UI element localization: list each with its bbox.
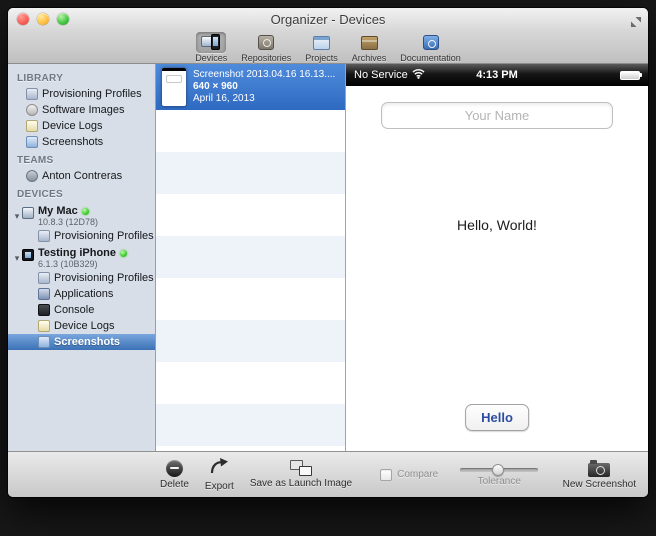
projects-icon [306, 32, 336, 53]
software-images-icon [26, 104, 38, 116]
slider-thumb[interactable] [492, 464, 504, 476]
screenshot-list: Screenshot 2013.04.16 16.13.... 640 × 96… [156, 64, 346, 451]
sidebar-item-iphone-device-logs[interactable]: Device Logs [8, 318, 155, 334]
tolerance-slider[interactable] [460, 468, 538, 472]
devices-icon [196, 32, 226, 53]
toolbar-item-devices[interactable]: Devices [192, 31, 230, 63]
sidebar-item-device-logs[interactable]: Device Logs [8, 118, 155, 134]
screenshot-date: April 16, 2013 [193, 93, 335, 105]
launch-image-icon [290, 460, 312, 476]
sidebar-section-library: LIBRARY [8, 68, 155, 86]
camera-icon [588, 463, 610, 477]
sidebar-item-my-mac[interactable]: My Mac 10.8.3 (12D78) [8, 206, 155, 228]
new-screenshot-button[interactable]: New Screenshot [563, 460, 636, 490]
device-logs-icon [26, 120, 38, 132]
toolbar-label: Repositories [241, 53, 291, 63]
export-button[interactable]: Export [205, 457, 234, 492]
provisioning-profile-icon [26, 88, 38, 100]
sidebar-item-console[interactable]: Console [8, 302, 155, 318]
iphone-icon [22, 249, 34, 261]
your-name-field: Your Name [381, 102, 613, 129]
status-dot-green [82, 208, 89, 215]
greeting-text: Hello, World! [346, 217, 648, 233]
compare-checkbox[interactable]: Compare [380, 469, 438, 481]
sidebar-section-devices: DEVICES [8, 184, 155, 202]
delete-button[interactable]: Delete [160, 460, 189, 490]
fullscreen-icon[interactable] [631, 14, 641, 24]
provisioning-profile-icon [38, 272, 50, 284]
sidebar-item-anton-contreras[interactable]: Anton Contreras [8, 168, 155, 184]
toolbar-item-documentation[interactable]: Documentation [397, 31, 464, 63]
wifi-icon [412, 68, 425, 82]
tolerance-control: Tolerance [460, 463, 538, 487]
main-toolbar: Devices Repositories Projects Archives D… [8, 30, 648, 64]
screenshots-icon [26, 136, 38, 148]
archives-icon [354, 32, 384, 53]
iphone-status-bar: No Service 4:13 PM [346, 64, 648, 86]
checkbox-icon[interactable] [380, 469, 392, 481]
sidebar-section-teams: TEAMS [8, 150, 155, 168]
provisioning-profile-icon [38, 230, 50, 242]
sidebar-item-applications[interactable]: Applications [8, 286, 155, 302]
sidebar-item-testing-iphone[interactable]: Testing iPhone 6.1.3 (10B329) [8, 248, 155, 270]
close-button[interactable] [17, 13, 29, 25]
titlebar[interactable]: Organizer - Devices [8, 8, 648, 30]
screenshot-resolution: 640 × 960 [193, 81, 335, 93]
empty-list-rows [156, 110, 345, 451]
device-logs-icon [38, 320, 50, 332]
toolbar-label: Devices [195, 53, 227, 63]
screenshot-preview: No Service 4:13 PM Your Name Hello, Worl… [346, 64, 648, 451]
screenshot-list-item[interactable]: Screenshot 2013.04.16 16.13.... 640 × 96… [156, 64, 345, 110]
iphone-screen: Your Name Hello, World! Hello [346, 86, 648, 451]
screenshot-title: Screenshot 2013.04.16 16.13.... [193, 69, 335, 81]
window-title: Organizer - Devices [8, 12, 648, 27]
status-dot-green [120, 250, 127, 257]
toolbar-label: Archives [352, 53, 387, 63]
sidebar-item-provisioning-profiles[interactable]: Provisioning Profiles [8, 86, 155, 102]
disclosure-triangle-icon[interactable] [12, 206, 22, 224]
battery-icon [620, 71, 640, 80]
sidebar-item-iphone-screenshots[interactable]: Screenshots [8, 334, 155, 350]
status-time: 4:13 PM [476, 69, 518, 81]
delete-icon [166, 460, 183, 477]
toolbar-label: Projects [305, 53, 338, 63]
content-area: LIBRARY Provisioning Profiles Software I… [8, 64, 648, 451]
traffic-lights [17, 13, 69, 25]
bottom-toolbar: Delete Export Save as Launch Image Compa… [8, 451, 648, 497]
disclosure-triangle-icon[interactable] [12, 248, 22, 266]
your-name-placeholder: Your Name [465, 108, 530, 123]
zoom-button[interactable] [57, 13, 69, 25]
sidebar-item-screenshots[interactable]: Screenshots [8, 134, 155, 150]
applications-icon [38, 288, 50, 300]
sidebar: LIBRARY Provisioning Profiles Software I… [8, 64, 156, 451]
team-member-icon [26, 170, 38, 182]
sidebar-item-software-images[interactable]: Software Images [8, 102, 155, 118]
repositories-icon [251, 32, 281, 53]
organizer-window: Organizer - Devices Devices Repositories… [8, 8, 648, 497]
console-icon [38, 304, 50, 316]
toolbar-item-projects[interactable]: Projects [302, 31, 341, 63]
sidebar-item-mac-provisioning-profiles[interactable]: Provisioning Profiles [8, 228, 155, 244]
save-as-launch-image-button[interactable]: Save as Launch Image [250, 460, 352, 489]
minimize-button[interactable] [37, 13, 49, 25]
mac-icon [22, 207, 34, 219]
sidebar-item-iphone-provisioning-profiles[interactable]: Provisioning Profiles [8, 270, 155, 286]
carrier-label: No Service [354, 69, 408, 81]
export-arrow-icon [209, 457, 229, 479]
toolbar-label: Documentation [400, 53, 461, 63]
toolbar-item-archives[interactable]: Archives [349, 31, 390, 63]
hello-button: Hello [465, 404, 529, 431]
screenshots-icon [38, 336, 50, 348]
screenshot-thumbnail [162, 68, 186, 106]
documentation-icon [416, 32, 446, 53]
toolbar-item-repositories[interactable]: Repositories [238, 31, 294, 63]
